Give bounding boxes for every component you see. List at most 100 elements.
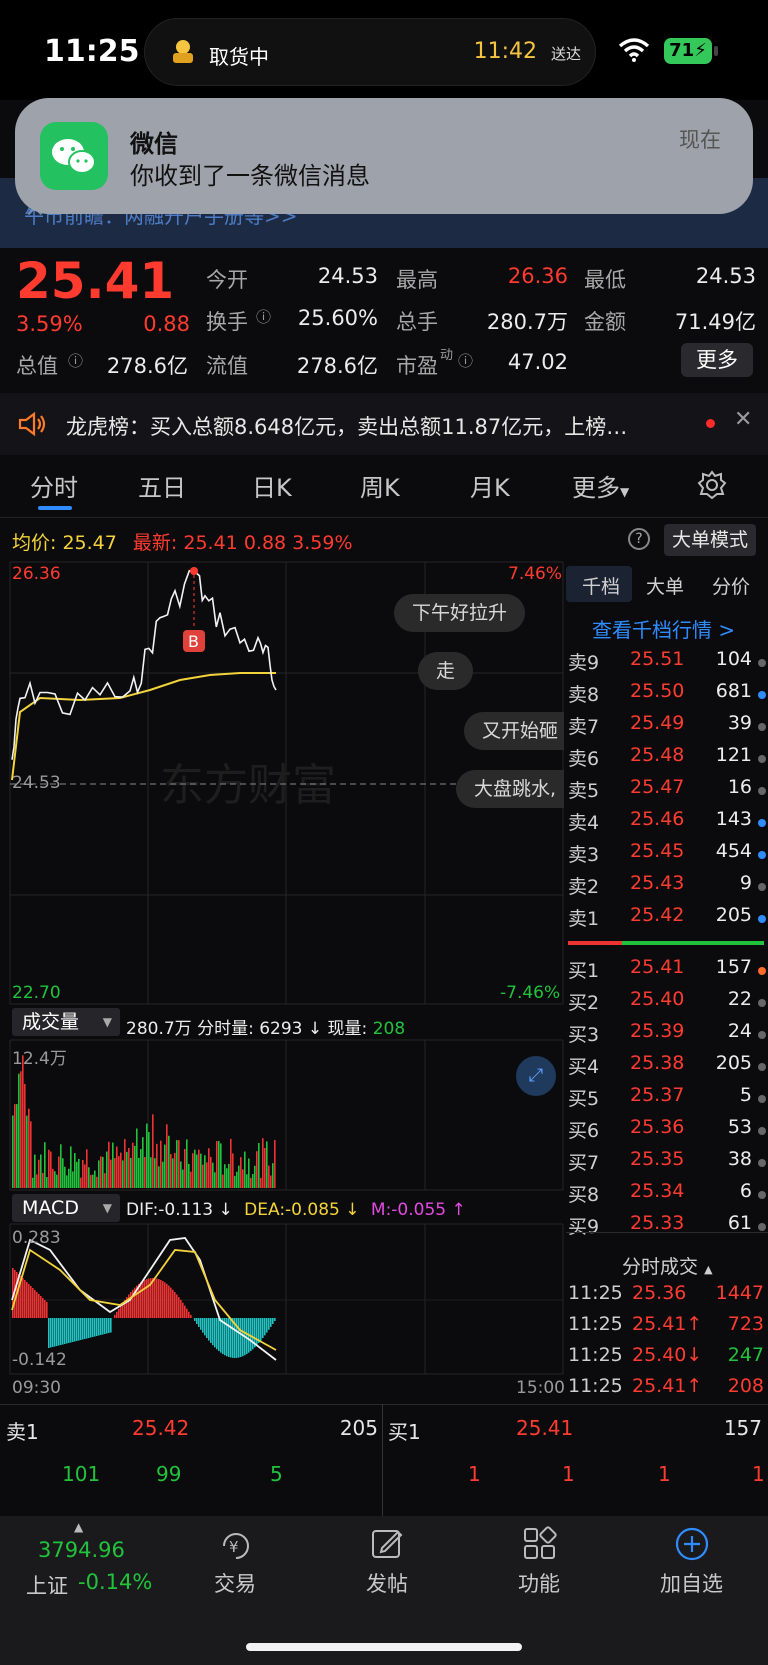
index-change[interactable]: -0.14% [78, 1570, 152, 1594]
bid-row[interactable]: 买8 25.34 6 [566, 1180, 766, 1212]
bid-price: 25.39 [630, 1020, 685, 1042]
volume-bar [82, 1159, 84, 1188]
bid-row[interactable]: 买4 25.38 205 [566, 1052, 766, 1084]
dragon-tiger-bar[interactable]: 龙虎榜：买入总额8.648亿元，卖出总额11.87亿元，上榜… ✕ [0, 393, 768, 455]
ob-tab-thousand[interactable]: 千档 [582, 572, 620, 599]
battery-indicator: 71⚡ [664, 38, 712, 64]
macd-bar [208, 1318, 210, 1341]
info-icon[interactable]: ⓘ [256, 306, 271, 327]
macd-bar [200, 1318, 202, 1330]
volume-bar [128, 1147, 130, 1188]
trade-volume: 723 [727, 1313, 764, 1335]
tab-intraday[interactable]: 分时 [30, 468, 78, 503]
volume-bar [76, 1161, 78, 1188]
dynamic-island[interactable]: 取货中 11:42 送达 [144, 18, 596, 86]
comment-bubble[interactable]: 又开始砸 [464, 712, 564, 750]
ask-row[interactable]: 卖3 25.45 454 [566, 840, 766, 872]
quote-label-high: 最高 [396, 268, 438, 292]
volume-indicator-select[interactable]: 成交量 ▼ [12, 1008, 120, 1036]
nav-functions[interactable]: 功能 [518, 1568, 560, 1598]
close-icon[interactable]: ✕ [734, 407, 752, 432]
volume-dot [758, 915, 766, 923]
ob-tab-price-dist[interactable]: 分价 [712, 572, 750, 599]
comment-bubble[interactable]: 走 [418, 652, 474, 690]
bid-volume: 38 [727, 1148, 752, 1170]
nav-post[interactable]: 发帖 [366, 1568, 408, 1598]
volume-bar [84, 1164, 86, 1188]
macd-indicator-select[interactable]: MACD ▼ [12, 1194, 120, 1222]
view-depth-link[interactable]: 查看千档行情 > [592, 614, 735, 643]
macd-bar [262, 1318, 264, 1338]
trade-icon[interactable]: ¥ [216, 1528, 256, 1564]
comment-bubble[interactable]: 下午好拉升 [394, 594, 526, 632]
l1-sell-label: 卖1 [6, 1420, 39, 1444]
ask-row[interactable]: 卖5 25.47 16 [566, 776, 766, 808]
info-icon[interactable]: ⓘ [68, 350, 83, 371]
bid-row[interactable]: 买3 25.39 24 [566, 1020, 766, 1052]
ask-row[interactable]: 卖2 25.43 9 [566, 872, 766, 904]
macd-bar [220, 1318, 222, 1353]
volume-bar [116, 1146, 118, 1188]
intraday-chart[interactable]: 东方财富 B [0, 560, 564, 1400]
volume-bar [110, 1159, 112, 1188]
ask-label: 卖5 [568, 780, 600, 802]
trade-time: 11:25 [568, 1344, 623, 1366]
bid-row[interactable]: 买1 25.41 157 [566, 956, 766, 988]
add-watchlist-icon[interactable] [674, 1526, 710, 1562]
settings-gear-icon[interactable] [697, 470, 727, 500]
help-icon[interactable]: ? [628, 528, 650, 550]
volume-bar [220, 1143, 222, 1188]
bid-row[interactable]: 买7 25.35 38 [566, 1148, 766, 1180]
ob-tab-big-order[interactable]: 大单 [646, 572, 684, 599]
expand-icon[interactable]: ⤢ [516, 1056, 556, 1096]
tab-five-day[interactable]: 五日 [138, 468, 186, 503]
ask-price: 25.45 [630, 840, 685, 862]
macd-bar [154, 1278, 156, 1318]
index-name[interactable]: 上证 [26, 1570, 68, 1600]
volume-bar [54, 1171, 56, 1188]
bid-row[interactable]: 买2 25.40 22 [566, 988, 766, 1020]
nav-add-watchlist[interactable]: 加自选 [660, 1568, 723, 1598]
l1-buy-label: 买1 [388, 1420, 421, 1444]
tab-weekly-k[interactable]: 周K [360, 468, 400, 503]
ask-row[interactable]: 卖4 25.46 143 [566, 808, 766, 840]
info-icon[interactable]: ⓘ [458, 350, 473, 371]
index-value[interactable]: 3794.96 [38, 1538, 125, 1562]
volume-bar [74, 1153, 76, 1188]
big-order-mode-button[interactable]: 大单模式 [664, 524, 756, 556]
bid-row[interactable]: 买6 25.36 53 [566, 1116, 766, 1148]
ask-price: 25.46 [630, 808, 685, 830]
ask-row[interactable]: 卖6 25.48 121 [566, 744, 766, 776]
tab-daily-k[interactable]: 日K [252, 468, 292, 503]
quote-value-open: 24.53 [317, 264, 378, 288]
tab-monthly-k[interactable]: 月K [470, 468, 510, 503]
macd-bar [168, 1285, 170, 1318]
ask-row[interactable]: 卖8 25.50 681 [566, 680, 766, 712]
tab-more[interactable]: 更多▼ [572, 468, 629, 503]
ask-row[interactable]: 卖7 25.49 39 [566, 712, 766, 744]
bid-row[interactable]: 买9 25.33 61 [566, 1212, 766, 1244]
nav-trade[interactable]: 交易 [214, 1568, 256, 1598]
more-button[interactable]: 更多 [681, 343, 753, 377]
ask-row[interactable]: 卖9 25.51 104 [566, 648, 766, 680]
ask-price: 25.51 [630, 648, 685, 670]
volume-bar [268, 1165, 270, 1188]
wechat-notification[interactable]: 微信 你收到了一条微信消息 现在 [15, 98, 753, 214]
tab-more-label: 更多 [572, 474, 620, 502]
delivery-icon [173, 40, 193, 63]
l1-buy-volume: 157 [723, 1416, 762, 1440]
volume-bar [20, 1071, 22, 1188]
bid-volume: 24 [727, 1020, 752, 1042]
macd-bar [102, 1318, 104, 1335]
last-price-value: 25.41 [183, 532, 238, 554]
macd-bar [194, 1318, 196, 1321]
comment-bubble[interactable]: 大盘跳水, [456, 770, 564, 808]
ask-label: 卖2 [568, 876, 600, 898]
quote-label-turnover: 换手 [206, 310, 248, 334]
post-icon[interactable] [370, 1526, 406, 1562]
bid-row[interactable]: 买5 25.37 5 [566, 1084, 766, 1116]
ask-row[interactable]: 卖1 25.42 205 [566, 904, 766, 936]
trades-header[interactable]: 分时成交 ▲ [622, 1252, 713, 1279]
volume-bar [150, 1157, 152, 1188]
functions-icon[interactable] [522, 1526, 558, 1562]
